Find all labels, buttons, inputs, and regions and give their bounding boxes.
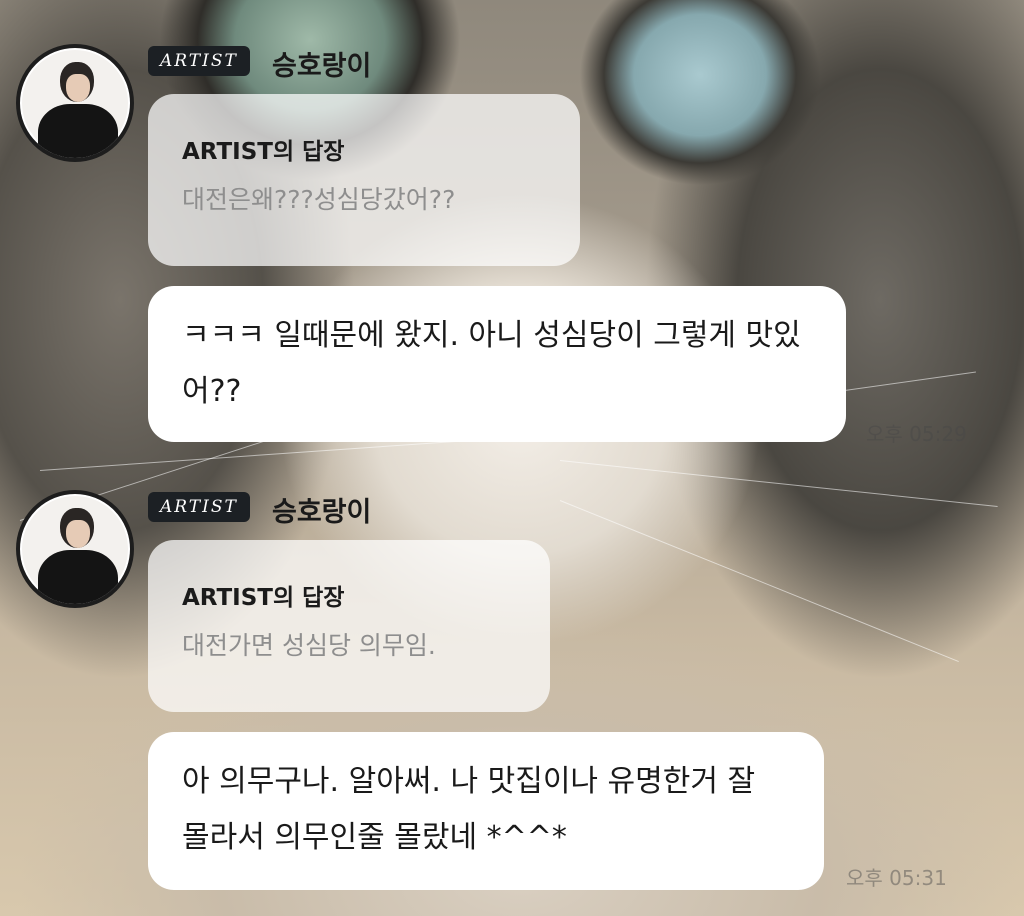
whisker [559,460,998,507]
artist-avatar[interactable] [16,490,134,608]
artist-badge: ARTIST [148,46,250,76]
message-timestamp: 오후 05:31 [846,866,947,890]
reply-title: ARTIST의 답장 [182,585,345,611]
reply-quoted-text: 대전은왜???성심당갔어?? [182,185,456,214]
sender-name: 승호랑이 [272,497,372,528]
reply-quote-card[interactable]: ARTIST의 답장 대전은왜???성심당갔어?? [148,94,580,266]
message-bubble[interactable]: 아 의무구나. 알아써. 나 맛집이나 유명한거 잘 몰라서 의무인줄 몰랐네 … [148,732,824,890]
sender-name: 승호랑이 [272,51,372,82]
reply-title: ARTIST의 답장 [182,139,345,165]
message-timestamp: 오후 05:29 [866,422,967,446]
artist-badge: ARTIST [148,492,250,522]
message-bubble[interactable]: ㅋㅋㅋ 일때문에 왔지. 아니 성심당이 그렇게 맛있어?? [148,286,846,442]
reply-quote-card[interactable]: ARTIST의 답장 대전가면 성심당 의무임. [148,540,550,712]
reply-quoted-text: 대전가면 성심당 의무임. [182,631,436,660]
artist-avatar[interactable] [16,44,134,162]
whisker [559,500,959,663]
